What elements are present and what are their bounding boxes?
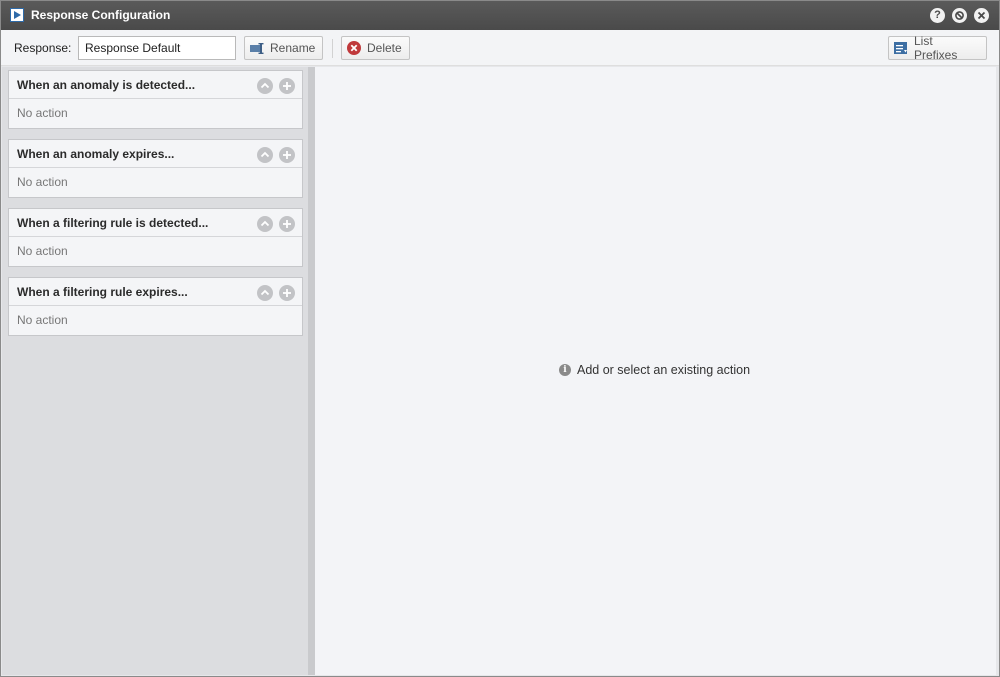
collapse-icon[interactable] [257,147,273,163]
trigger-card-header: When an anomaly is detected... [9,71,302,99]
rename-label: Rename [270,41,316,55]
trigger-card-header: When a filtering rule is detected... [9,209,302,237]
add-action-icon[interactable] [279,216,295,232]
rename-icon [249,40,265,56]
minimize-icon[interactable] [952,8,967,23]
trigger-card-header: When a filtering rule expires... [9,278,302,306]
add-action-icon[interactable] [279,78,295,94]
collapse-icon[interactable] [257,216,273,232]
trigger-card-filtering-rule-expires: When a filtering rule expires... No acti… [8,277,303,336]
trigger-title: When a filtering rule expires... [17,285,188,299]
response-label: Response: [14,41,72,55]
trigger-card-header: When an anomaly expires... [9,140,302,168]
add-action-icon[interactable] [279,285,295,301]
toolbar-separator [332,39,333,58]
trigger-card-filtering-rule-detected: When a filtering rule is detected... No … [8,208,303,267]
triggers-panel: When an anomaly is detected... No action… [2,67,308,675]
title-bar: Response Configuration ? [1,1,999,30]
rename-button[interactable]: Rename [244,36,323,60]
panel-splitter[interactable] [308,67,315,675]
response-name-input[interactable] [78,36,236,60]
close-icon[interactable] [974,8,989,23]
action-detail-pane: i Add or select an existing action [315,67,996,675]
delete-icon [346,40,362,56]
trigger-action-text: No action [17,106,68,120]
add-action-icon[interactable] [279,147,295,163]
list-prefixes-button[interactable]: List Prefixes [888,34,987,62]
trigger-action-text: No action [17,175,68,189]
trigger-action-text: No action [17,313,68,327]
response-configuration-window: Response Configuration ? Response: Renam… [0,0,1000,677]
list-prefixes-label: List Prefixes [914,34,958,62]
app-play-icon [10,8,24,22]
trigger-title: When a filtering rule is detected... [17,216,209,230]
trigger-card-anomaly-expires: When an anomaly expires... No action [8,139,303,198]
help-icon[interactable]: ? [930,8,945,23]
info-icon: i [559,364,571,376]
delete-button[interactable]: Delete [341,36,410,60]
trigger-title: When an anomaly is detected... [17,78,196,92]
toolbar: Response: Rename Delete List Prefixes [1,30,999,66]
delete-label: Delete [367,41,402,55]
collapse-icon[interactable] [257,78,273,94]
empty-state-hint: i Add or select an existing action [559,363,750,377]
collapse-icon[interactable] [257,285,273,301]
trigger-action-text: No action [17,244,68,258]
trigger-title: When an anomaly expires... [17,147,175,161]
list-prefixes-icon [893,40,909,56]
trigger-card-anomaly-detected: When an anomaly is detected... No action [8,70,303,129]
empty-state-text: Add or select an existing action [577,363,751,377]
window-title: Response Configuration [31,8,171,22]
